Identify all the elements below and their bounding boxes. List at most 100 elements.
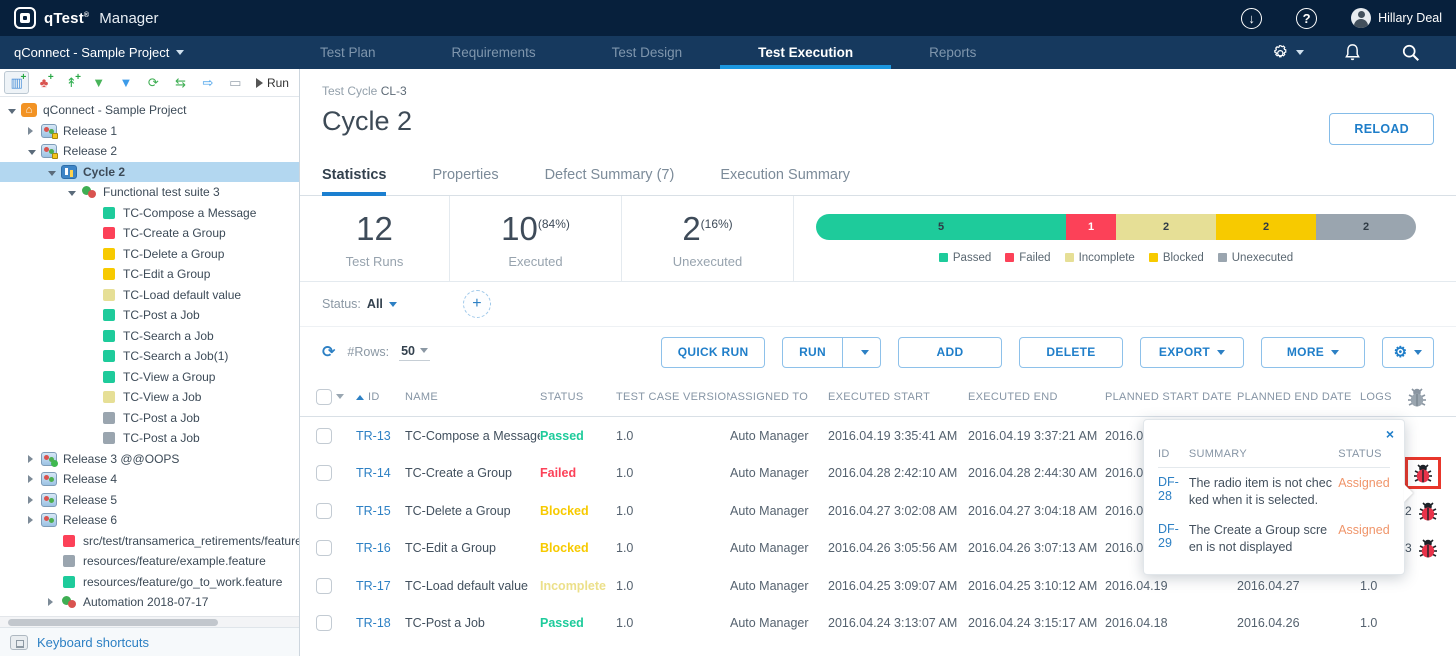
table-row[interactable]: TR-18 TC-Post a Job Passed 1.0 Auto Mana… xyxy=(300,605,1456,643)
tree-expander[interactable] xyxy=(48,165,58,179)
row-checkbox[interactable] xyxy=(316,540,332,556)
test-run-id-link[interactable]: TR-13 xyxy=(356,429,405,443)
delete-button[interactable]: DELETE xyxy=(1019,337,1123,368)
tree-item[interactable]: Functional test suite 3 xyxy=(0,182,299,203)
notifications-bell-icon[interactable] xyxy=(1344,43,1361,62)
add-button[interactable]: ADD xyxy=(898,337,1002,368)
run-button[interactable]: RUN xyxy=(783,338,843,367)
status-filter-value[interactable]: All xyxy=(367,297,383,311)
tree-expander[interactable] xyxy=(8,103,18,117)
rows-per-page-select[interactable]: 50 xyxy=(399,344,430,361)
row-checkbox[interactable] xyxy=(316,428,332,444)
row-checkbox[interactable] xyxy=(316,615,332,631)
chevron-down-icon[interactable] xyxy=(389,302,397,307)
refresh-icon[interactable]: ⟳ xyxy=(141,71,166,94)
row-checkbox[interactable] xyxy=(316,465,332,481)
filter-icon[interactable]: ▼ xyxy=(113,71,138,94)
row-checkbox[interactable] xyxy=(316,503,332,519)
tree-item[interactable]: TC-View a Job xyxy=(0,387,299,408)
defect-id-link[interactable]: DF-28 xyxy=(1158,468,1189,515)
tree-item[interactable]: TC-Post a Job xyxy=(0,305,299,326)
scrollbar-thumb[interactable] xyxy=(8,619,218,626)
add-filter-button[interactable]: + xyxy=(463,290,491,318)
settings-menu[interactable] xyxy=(1271,43,1304,63)
keyboard-shortcuts-link[interactable]: Keyboard shortcuts xyxy=(37,635,149,650)
tree-item[interactable]: TC-Edit a Group xyxy=(0,264,299,285)
tree-item[interactable]: Release 5 xyxy=(0,490,299,511)
quick-run-button[interactable]: QUICK RUN xyxy=(661,337,765,368)
tree-item[interactable]: resources/feature/go_to_work.feature xyxy=(0,572,299,593)
tree-item[interactable]: Automation 2018-07-17 xyxy=(0,592,299,613)
help-icon[interactable]: ? xyxy=(1296,8,1317,29)
tree-item[interactable]: Release 4 xyxy=(0,469,299,490)
add-test-run-icon[interactable]: ▥ + xyxy=(4,71,29,94)
column-header-planned-end-date[interactable]: PLANNED END DATE xyxy=(1237,391,1360,403)
tree-item[interactable]: Release 3 @@OOPS xyxy=(0,449,299,470)
search-icon[interactable] xyxy=(1401,43,1420,62)
tree-item[interactable]: TC-Delete a Group xyxy=(0,244,299,265)
add-test-cycle-icon[interactable]: ↟ + xyxy=(59,71,84,94)
column-header-status[interactable]: STATUS xyxy=(540,391,616,403)
run-dropdown-caret[interactable] xyxy=(850,338,880,367)
bug-icon[interactable] xyxy=(1416,536,1440,560)
recycle-bin-icon[interactable]: ▼ xyxy=(86,71,111,94)
defects-cell[interactable]: 2 xyxy=(1405,499,1456,523)
bug-icon[interactable] xyxy=(1411,461,1435,485)
nav-tab-requirements[interactable]: Requirements xyxy=(414,36,574,69)
tree-item[interactable]: TC-Post a Job xyxy=(0,428,299,449)
column-header-planned-start-date[interactable]: PLANNED START DATE xyxy=(1105,391,1237,403)
close-icon[interactable]: × xyxy=(1386,426,1394,442)
run-automation-button[interactable]: Run xyxy=(250,71,295,94)
tab-properties[interactable]: Properties xyxy=(432,157,498,195)
row-checkbox[interactable] xyxy=(316,578,332,594)
card-view-icon[interactable]: ▭ xyxy=(223,71,248,94)
select-menu-caret[interactable] xyxy=(336,394,344,399)
column-header-test-case-version[interactable]: TEST CASE VERSION xyxy=(616,391,730,403)
move-icon[interactable]: ⇆ xyxy=(168,71,193,94)
tree-item[interactable]: Cycle 2 xyxy=(0,162,299,183)
column-header-id[interactable]: ID xyxy=(356,391,405,403)
tree-expander[interactable] xyxy=(48,595,58,609)
tree-item[interactable]: TC-View a Group xyxy=(0,367,299,388)
nav-tab-test-execution[interactable]: Test Execution xyxy=(720,36,891,69)
column-header-assigned-to[interactable]: ASSIGNED TO xyxy=(730,391,828,403)
column-header-executed-start[interactable]: EXECUTED START xyxy=(828,391,968,403)
tree-expander[interactable] xyxy=(28,144,38,158)
nav-tab-test-design[interactable]: Test Design xyxy=(574,36,721,69)
refresh-icon[interactable]: ⟳ xyxy=(322,342,335,362)
tree-expander[interactable] xyxy=(28,493,38,507)
tree-item[interactable]: src/test/transamerica_retirements/featur… xyxy=(0,531,299,552)
tree-item[interactable]: TC-Load default value xyxy=(0,285,299,306)
bug-icon[interactable] xyxy=(1405,385,1429,409)
project-selector[interactable]: qConnect - Sample Project xyxy=(14,45,282,60)
defect-id-link[interactable]: DF-29 xyxy=(1158,515,1189,562)
more-button[interactable]: MORE xyxy=(1261,337,1365,368)
add-test-suite-icon[interactable]: ♣ + xyxy=(31,71,56,94)
test-run-id-link[interactable]: TR-16 xyxy=(356,541,405,555)
tree-expander[interactable] xyxy=(28,513,38,527)
apps-grid-icon[interactable] xyxy=(1188,9,1207,28)
select-all-checkbox[interactable] xyxy=(316,389,332,405)
bug-icon[interactable] xyxy=(1416,499,1440,523)
test-run-id-link[interactable]: TR-18 xyxy=(356,616,405,630)
tab-statistics[interactable]: Statistics xyxy=(322,157,386,195)
tree-item[interactable]: Release 2 xyxy=(0,141,299,162)
user-menu[interactable]: Hillary Deal xyxy=(1351,8,1442,28)
tree-expander[interactable] xyxy=(28,472,38,486)
grid-settings-button[interactable]: ⚙ xyxy=(1382,337,1434,368)
tab-defect-summary-7-[interactable]: Defect Summary (7) xyxy=(545,157,675,195)
export-icon[interactable]: ⇨ xyxy=(195,71,220,94)
column-header-executed-end[interactable]: EXECUTED END xyxy=(968,391,1105,403)
download-icon[interactable]: ↓ xyxy=(1241,8,1262,29)
export-button[interactable]: EXPORT xyxy=(1140,337,1244,368)
tree-item[interactable]: Release 1 xyxy=(0,121,299,142)
test-run-id-link[interactable]: TR-17 xyxy=(356,579,405,593)
defects-cell[interactable]: 3 xyxy=(1405,536,1456,560)
tree-item[interactable]: qConnect - Sample Project xyxy=(0,100,299,121)
column-header-logs[interactable]: LOGS xyxy=(1360,391,1405,403)
reload-button[interactable]: RELOAD xyxy=(1329,113,1434,145)
test-run-id-link[interactable]: TR-15 xyxy=(356,504,405,518)
test-run-id-link[interactable]: TR-14 xyxy=(356,466,405,480)
tree-expander[interactable] xyxy=(28,452,38,466)
tree-expander[interactable] xyxy=(68,185,78,199)
